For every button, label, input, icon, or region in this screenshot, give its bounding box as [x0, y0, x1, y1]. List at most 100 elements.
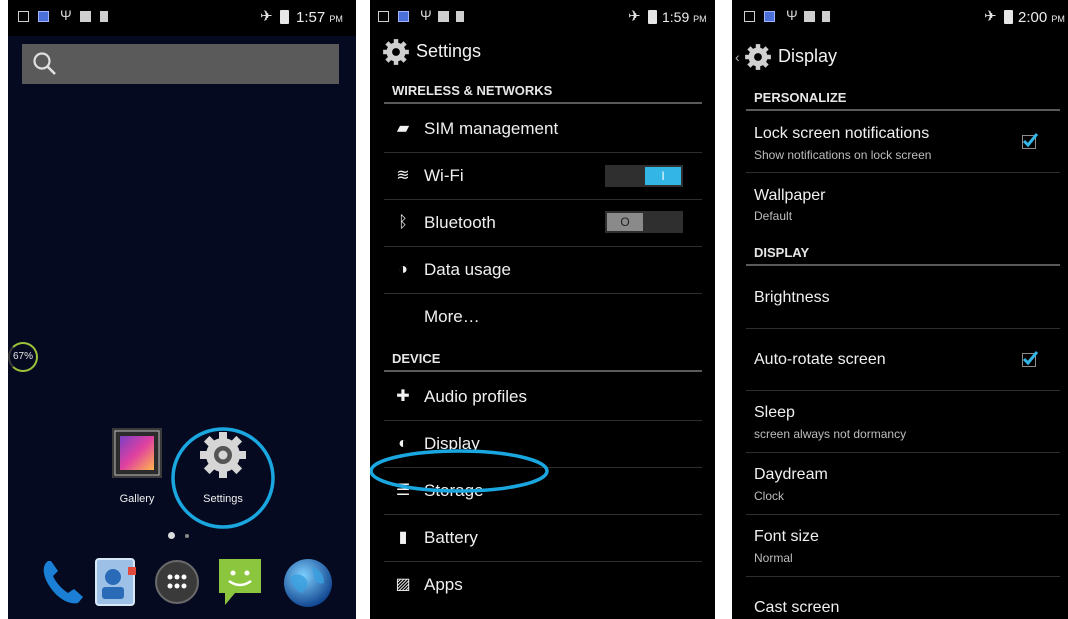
item-label: Battery [424, 528, 478, 547]
barcode-icon [80, 11, 91, 22]
dock-contacts[interactable] [90, 555, 142, 614]
display-item-daydream[interactable]: Daydream Clock [746, 453, 1060, 514]
item-label: Cast screen [754, 599, 840, 616]
item-summary: Show notifications on lock screen [754, 148, 932, 162]
settings-gear-icon[interactable] [382, 38, 410, 66]
dock-messaging[interactable] [213, 555, 267, 614]
airplane-mode-icon: ✈ [628, 8, 641, 25]
section-divider [746, 109, 1060, 111]
item-label: SIM management [424, 119, 559, 138]
data-usage-icon: ◑ [398, 261, 408, 278]
item-label: Sleep [754, 404, 795, 421]
usb-icon: Ψ [786, 7, 798, 23]
auto-rotate-checkbox[interactable] [1022, 351, 1038, 367]
settings-item-apps[interactable]: ▨ Apps [384, 562, 702, 609]
item-label: Daydream [754, 466, 828, 483]
battery-icon [1004, 10, 1013, 24]
airplane-mode-icon: ✈ [260, 8, 273, 25]
item-label: Wi-Fi [424, 166, 464, 185]
gallery-app-icon[interactable] [112, 428, 162, 478]
barcode-icon [804, 11, 815, 22]
sd-card-icon [100, 11, 108, 22]
settings-item-battery[interactable]: ▮ Battery [384, 515, 702, 562]
settings-item-wifi[interactable]: ≋ Wi-Fi I [384, 153, 702, 200]
item-label: Data usage [424, 260, 511, 279]
gallery-icon [112, 428, 162, 478]
status-time: 1:59 PM [662, 9, 707, 25]
item-label: Auto-rotate screen [754, 351, 886, 368]
sd-card-icon [456, 11, 464, 22]
status-time: 1:57 PM [296, 9, 343, 26]
usb-icon: Ψ [420, 7, 432, 23]
phone-icon [43, 561, 83, 604]
checkmark-icon [1022, 351, 1038, 366]
airplane-mode-icon: ✈ [984, 8, 997, 25]
gallery-label: Gallery [119, 493, 155, 505]
item-summary: Default [754, 209, 793, 223]
contacts-icon [95, 558, 136, 606]
bluetooth-icon: ᛒ [398, 214, 408, 231]
item-summary: Normal [754, 551, 793, 565]
battery-icon [280, 10, 289, 24]
usb-icon: Ψ [60, 7, 72, 23]
checkmark-icon [1022, 133, 1038, 148]
section-header-display: DISPLAY [754, 245, 810, 260]
display-item-brightness[interactable]: Brightness [746, 267, 1060, 328]
display-gear-icon[interactable] [744, 43, 772, 71]
item-label: Audio profiles [424, 387, 528, 406]
dock-app-drawer[interactable] [150, 555, 204, 614]
back-chevron-icon[interactable]: ‹ [735, 49, 740, 65]
item-summary: Clock [754, 489, 785, 503]
sim-status-icon [764, 11, 775, 22]
status-time: 2:00 PM [1018, 9, 1065, 26]
section-divider [746, 264, 1060, 266]
section-divider [384, 102, 702, 104]
highlight-circle [171, 427, 275, 529]
action-bar: ‹ Display [732, 38, 1068, 78]
section-header-personalize: PERSONALIZE [754, 90, 847, 105]
browser-icon [284, 559, 332, 607]
display-item-auto-rotate[interactable]: Auto-rotate screen [746, 329, 1060, 390]
wifi-icon: ≋ [396, 167, 410, 184]
apps-icon: ▨ [395, 576, 411, 593]
messaging-icon [219, 559, 261, 605]
settings-item-data-usage[interactable]: ◑ Data usage [384, 247, 702, 294]
toggle-thumb: O [607, 213, 643, 231]
settings-item-audio-profiles[interactable]: ✚ Audio profiles [384, 374, 702, 421]
notification-icon [18, 11, 29, 22]
section-header-wireless: WIRELESS & NETWORKS [392, 83, 553, 98]
audio-icon: ✚ [396, 388, 410, 405]
display-item-sleep[interactable]: Sleep screen always not dormancy [746, 391, 1060, 452]
display-item-lock-screen-notifications[interactable]: Lock screen notifications Show notificat… [746, 112, 1060, 172]
dock-browser[interactable] [280, 555, 336, 616]
display-item-wallpaper[interactable]: Wallpaper Default [746, 173, 1060, 233]
item-label: Apps [424, 575, 463, 594]
settings-item-bluetooth[interactable]: ᛒ Bluetooth O [384, 200, 702, 247]
item-label: Font size [754, 528, 819, 545]
search-bar[interactable] [22, 44, 339, 84]
sd-card-icon [822, 11, 830, 22]
battery-setting-icon: ▮ [398, 529, 408, 546]
item-summary: screen always not dormancy [754, 427, 907, 441]
settings-screen: Ψ ✈ 1:59 PM Settings WIRELESS & NETWORKS… [370, 0, 715, 619]
wifi-toggle[interactable]: I [605, 165, 683, 187]
lock-screen-notifications-checkbox[interactable] [1022, 133, 1038, 149]
display-item-cast-screen[interactable]: Cast screen [746, 577, 1060, 619]
search-icon [33, 52, 56, 75]
settings-item-sim-management[interactable]: ▰ SIM management [384, 106, 702, 153]
bluetooth-toggle[interactable]: O [605, 211, 683, 233]
sim-status-icon [38, 11, 49, 22]
settings-item-more[interactable]: More… [384, 294, 702, 341]
battery-widget[interactable]: 67% [8, 342, 38, 372]
item-label: Lock screen notifications [754, 125, 930, 142]
display-item-font-size[interactable]: Font size Normal [746, 515, 1060, 576]
section-header-device: DEVICE [392, 351, 441, 366]
item-label: Wallpaper [754, 187, 826, 204]
dock-phone[interactable] [36, 555, 90, 614]
page-title: Settings [416, 41, 482, 61]
highlight-ellipse [370, 449, 549, 493]
status-bar: Ψ ✈ 2:00 PM [732, 0, 1068, 36]
app-drawer-icon [155, 560, 199, 604]
sim-icon: ▰ [396, 120, 410, 137]
home-screen: Ψ ✈ 1:57 PM 67% Gallery Settings [8, 0, 356, 619]
